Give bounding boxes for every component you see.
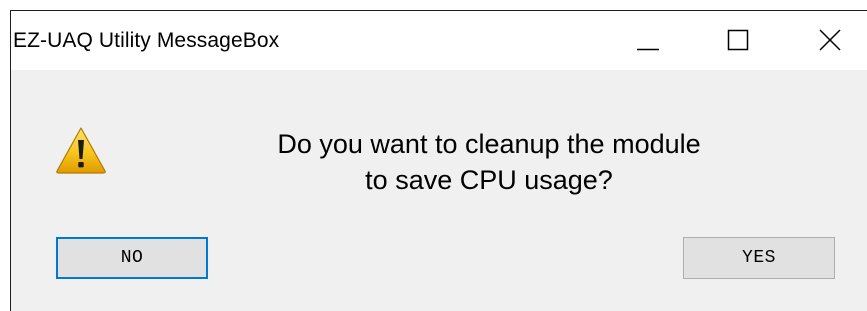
yes-button[interactable]: YES (683, 237, 835, 279)
message-text: Do you want to cleanup the module to sav… (161, 126, 817, 198)
no-button-label: NO (120, 248, 144, 268)
maximize-icon (727, 29, 749, 51)
message-line-1: Do you want to cleanup the module (277, 129, 701, 159)
title-bar[interactable]: EZ-UAQ Utility MessageBox (11, 11, 867, 70)
window-title: EZ-UAQ Utility MessageBox (13, 29, 280, 52)
dialog-content: Do you want to cleanup the module to sav… (11, 70, 867, 311)
minimize-button[interactable] (598, 11, 688, 70)
close-icon (819, 29, 841, 51)
close-button[interactable] (778, 11, 867, 70)
minimize-icon (637, 48, 659, 51)
warning-icon (56, 127, 106, 174)
message-line-2: to save CPU usage? (365, 165, 613, 195)
screen: EZ-UAQ Utility MessageBox Do you want to… (0, 0, 867, 311)
maximize-button[interactable] (688, 11, 778, 70)
yes-button-label: YES (742, 248, 776, 268)
message-box-window: EZ-UAQ Utility MessageBox Do you want to… (10, 10, 867, 311)
no-button[interactable]: NO (56, 237, 208, 279)
